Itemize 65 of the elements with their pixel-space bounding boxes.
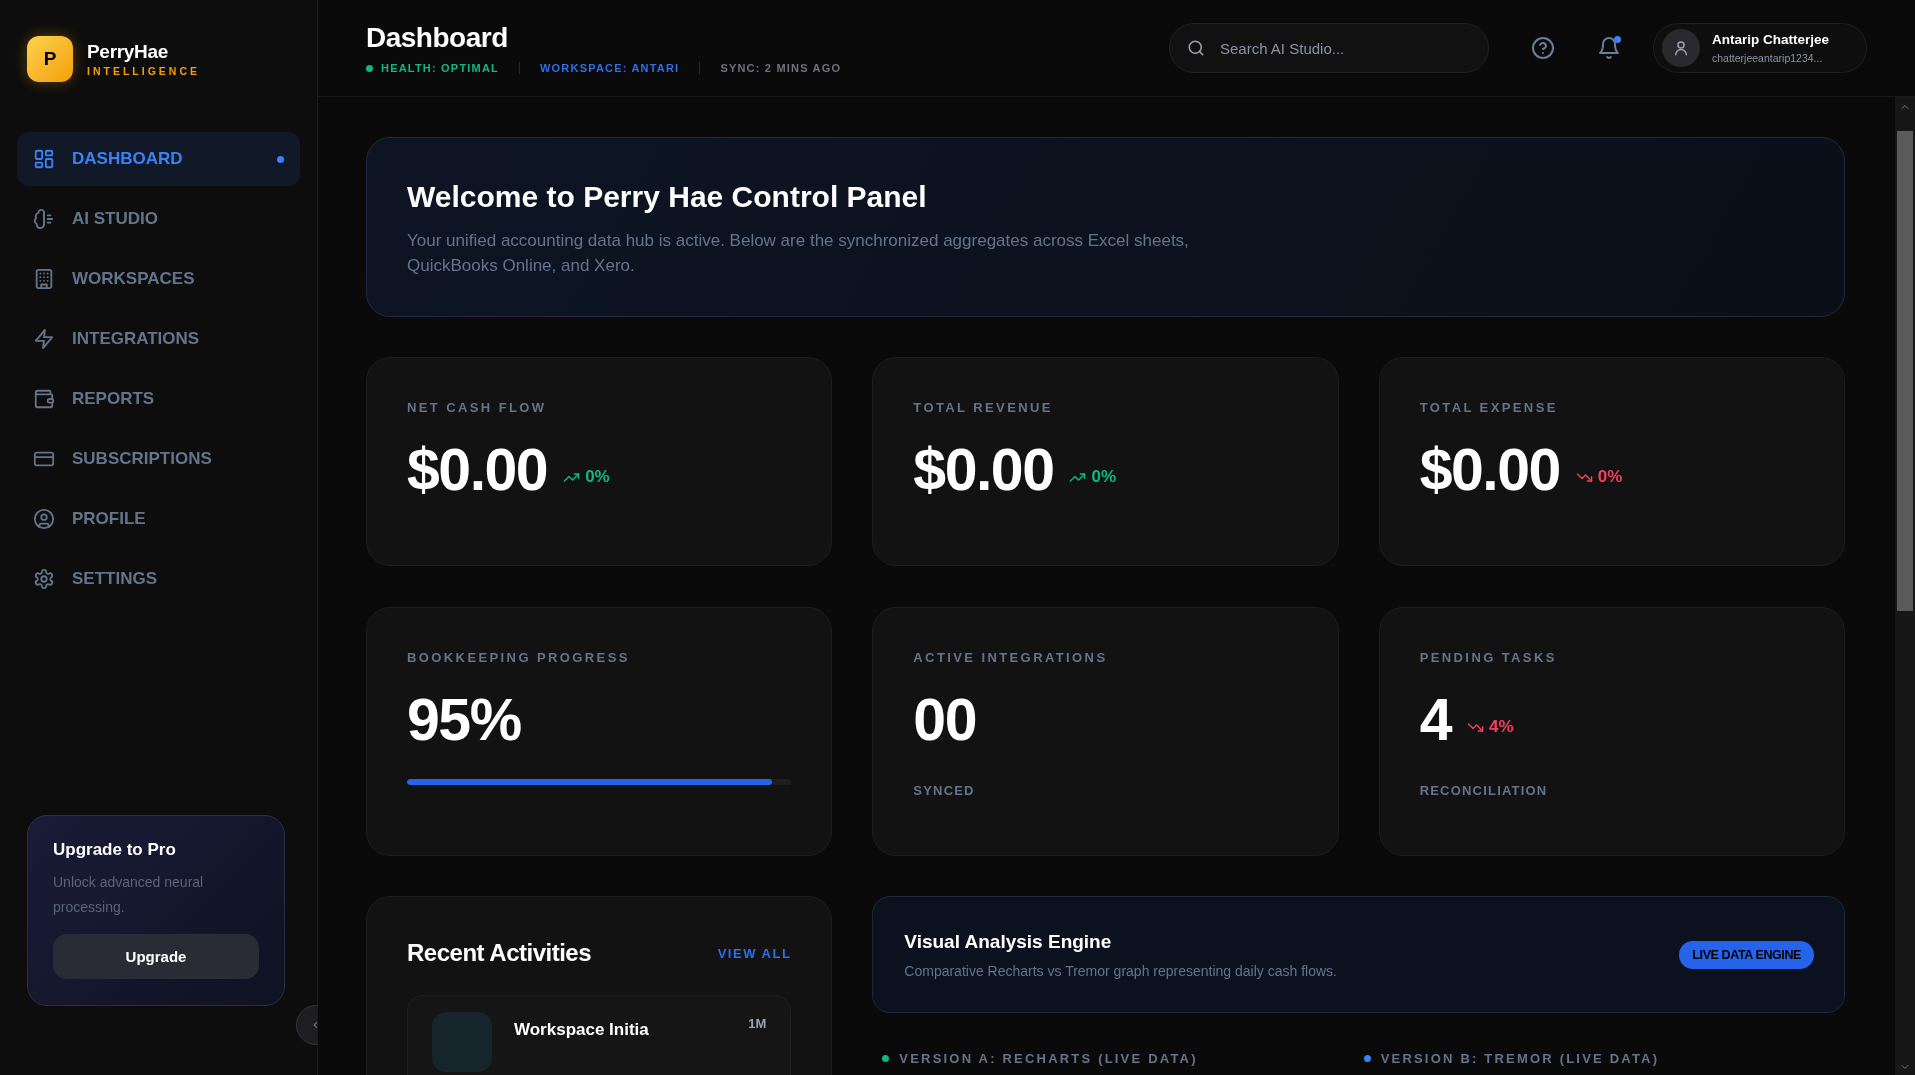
trend-change: 0% [1069, 467, 1117, 487]
scroll-thumb[interactable] [1897, 131, 1913, 611]
brand-tagline: INTELLIGENCE [87, 65, 200, 77]
upgrade-text: Unlock advanced neural processing. [53, 873, 205, 917]
engine-subtitle: Comparative Recharts vs Tremor graph representing daily cash flows. [904, 962, 1337, 979]
welcome-title: Welcome to Perry Hae Control Panel [407, 180, 928, 214]
activity-item[interactable]: Workspace Initia 1M [407, 995, 792, 1075]
stat-caption: SYNCED [913, 783, 976, 798]
logo-badge: P [27, 36, 73, 82]
bell-icon[interactable] [1597, 36, 1621, 60]
sidebar-item[interactable]: PROFILE [17, 492, 300, 546]
page-title: Dashboard [366, 22, 509, 54]
status-label: HEALTH: OPTIMAL [381, 62, 499, 74]
stat-label: ACTIVE INTEGRATIONS [913, 650, 1109, 665]
stat-value: 95% [407, 686, 521, 755]
stat-label: BOOKKEEPING PROGRESS [407, 650, 631, 665]
user-email: chatterjeeantarip1234... [1712, 52, 1824, 64]
search-icon [1187, 39, 1205, 57]
version-label: VERSION A: RECHARTS (LIVE DATA) [899, 1051, 1198, 1066]
sidebar-item[interactable]: WORKSPACES [17, 252, 300, 306]
stat-value: $0.00 [913, 436, 1054, 505]
stat-label: TOTAL REVENUE [913, 400, 1054, 415]
trend-change: 0% [1575, 467, 1623, 487]
dashboard-icon [33, 148, 55, 170]
stat-label: TOTAL EXPENSE [1419, 400, 1559, 415]
brand-name: PerryHae [87, 41, 170, 63]
sidebar-item[interactable]: INTEGRATIONS [17, 312, 300, 366]
welcome-text: Your unified accounting data hub is active. Below are the synchronized aggregates across Excel sheets, QuickBooks Online, and Xero. [407, 230, 1190, 277]
stat-label: NET CASH FLOW [407, 400, 548, 415]
user-icon [1672, 39, 1690, 57]
stat-value: 4 [1419, 686, 1451, 755]
card-title: Recent Activities [407, 939, 591, 967]
upgrade-title: Upgrade to Pro [53, 840, 177, 860]
sidebar-item[interactable]: SUBSCRIPTIONS [17, 432, 300, 486]
search-field[interactable]: Search AI Studio... [1169, 23, 1489, 73]
user-menu[interactable]: Antarip Chatterjee chatterjeeantarip1234... [1653, 23, 1867, 73]
stat-value: 00 [913, 686, 976, 755]
settings-icon [33, 568, 55, 590]
status-label: SYNC: 2 MINS AGO [720, 62, 842, 74]
sidebar-item[interactable]: REPORTS [17, 372, 300, 426]
version-label: VERSION B: TREMOR (LIVE DATA) [1380, 1051, 1660, 1066]
brain-icon [33, 208, 55, 230]
engine-title: Visual Analysis Engine [904, 930, 1113, 953]
building-icon [33, 268, 55, 290]
user-name: Antarip Chatterjee [1712, 32, 1830, 47]
help-icon[interactable] [1531, 36, 1555, 60]
stat-value: $0.00 [1419, 436, 1560, 505]
live-badge: LIVE DATA ENGINE [1679, 940, 1814, 969]
scrollbar[interactable] [1895, 97, 1915, 1075]
sidebar-item[interactable]: SETTINGS [17, 552, 300, 606]
wallet-icon [33, 388, 55, 410]
trend-change: 0% [563, 467, 610, 487]
profile-icon [33, 508, 55, 530]
stat-caption: RECONCILIATION [1419, 783, 1549, 798]
view-all-link[interactable]: VIEW ALL [717, 945, 792, 961]
activity-time: 1M [748, 1016, 767, 1033]
stat-value: $0.00 [407, 436, 548, 505]
active-dot [277, 155, 284, 163]
lightning-icon [33, 328, 55, 350]
trend-change: 4% [1467, 717, 1514, 737]
status-label: WORKSPACE: ANTARI [540, 62, 680, 74]
sidebar-item[interactable]: AI STUDIO [17, 192, 300, 246]
upgrade-button[interactable]: Upgrade [53, 934, 259, 979]
sidebar-item[interactable]: DASHBOARD [17, 132, 300, 186]
stat-label: PENDING TASKS [1419, 650, 1558, 665]
